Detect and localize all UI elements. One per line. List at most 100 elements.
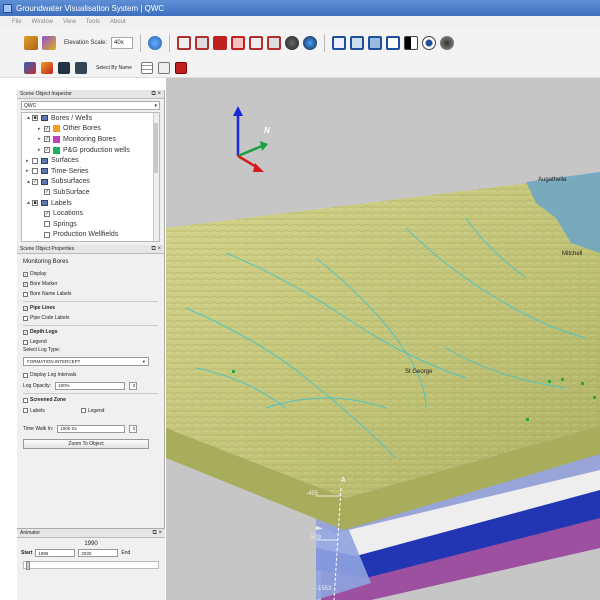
log-type-select[interactable]: FORMATION INTERCEPT ▾	[23, 357, 149, 366]
checkbox[interactable]	[32, 157, 38, 164]
display-log-intervals-checkbox[interactable]: Display Log Intervals	[23, 370, 158, 380]
menu-file[interactable]: File	[12, 19, 22, 25]
slider-handle[interactable]	[26, 561, 30, 570]
record-icon[interactable]	[422, 36, 437, 50]
binoculars-icon[interactable]	[285, 36, 300, 50]
checkbox[interactable]	[23, 339, 28, 345]
checkbox[interactable]: ✓	[23, 271, 28, 277]
depth-logs-checkbox[interactable]: ✓ Depth Logs	[23, 327, 158, 337]
scene-tree[interactable]: ▲ ■ Bores / Wells ▸ ✓ Other Bores ▸ ✓ Monitoring…	[21, 112, 160, 242]
contrast-icon[interactable]	[404, 36, 419, 50]
pencil-color-icon[interactable]	[42, 36, 56, 50]
menu-about[interactable]: About	[110, 19, 126, 25]
tree-item[interactable]: Springs	[22, 219, 159, 230]
3d-viewport[interactable]: N Augathella Mitchell St George A -455 -…	[166, 78, 600, 600]
tree-item[interactable]: ▸ ✓ Other Bores	[22, 124, 159, 135]
checkbox[interactable]: ✓	[44, 210, 50, 217]
view-side-icon[interactable]	[231, 36, 246, 50]
panel-icon[interactable]	[332, 36, 347, 50]
add-well-icon[interactable]	[24, 61, 36, 74]
pipe-code-labels-checkbox[interactable]: Pipe Code Labels	[23, 313, 158, 323]
checkbox[interactable]	[44, 221, 50, 228]
checkbox[interactable]	[23, 397, 28, 403]
dock-close-icon[interactable]: ⧉ ×	[152, 246, 161, 253]
globe-icon[interactable]	[148, 36, 163, 50]
bore-name-labels-checkbox[interactable]: Bore Name Labels	[23, 289, 158, 299]
elevation-scale-input[interactable]: 40x	[111, 37, 134, 49]
scene-combo[interactable]: QWC ▾	[21, 101, 160, 110]
start-input[interactable]: 1986	[35, 549, 76, 557]
checkbox-label: Legend	[30, 339, 47, 345]
tree-item[interactable]: ▸ ✓ P&G production wells	[22, 145, 159, 156]
tree-item[interactable]: ▲ ■ Bores / Wells	[22, 113, 159, 124]
checkbox[interactable]: ✓	[23, 281, 28, 287]
screened-zone-checkbox[interactable]: Screened Zone	[23, 395, 158, 405]
view-front-icon[interactable]	[195, 36, 210, 50]
zoom-to-object-button[interactable]: Zoom To Object	[23, 439, 149, 449]
checkbox[interactable]	[23, 315, 28, 321]
checkbox[interactable]: ✓	[23, 305, 28, 311]
checkbox[interactable]: ■	[32, 115, 38, 122]
display-checkbox[interactable]: ✓ Display	[23, 269, 158, 279]
tree-item[interactable]: Production Wellfields	[22, 230, 159, 241]
tree-item[interactable]: ▲ ✓ Subsurfaces	[22, 177, 159, 188]
binoculars-color-icon[interactable]	[303, 36, 318, 50]
labels-checkbox[interactable]: Labels	[23, 406, 45, 416]
checkbox[interactable]: ✓	[44, 147, 50, 154]
well-marker	[526, 418, 529, 421]
terrain-scene[interactable]	[166, 78, 600, 600]
pipe-lines-checkbox[interactable]: ✓ Pipe Lines	[23, 303, 158, 313]
checkbox[interactable]	[80, 408, 86, 413]
layer-icon[interactable]	[58, 61, 70, 74]
tree-item[interactable]: ▸ ✓ Monitoring Bores	[22, 134, 159, 145]
table-icon[interactable]	[157, 61, 170, 74]
log-opacity-input[interactable]: 100%	[55, 381, 126, 390]
dock-close-icon[interactable]: ⧉ ×	[152, 91, 161, 98]
dock-close-icon[interactable]: ⧉ ×	[153, 530, 162, 537]
spin-arrows-icon[interactable]: ⇕	[129, 381, 138, 390]
checkbox[interactable]: ✓	[32, 178, 38, 185]
tree-item[interactable]: ✓ Locations	[22, 208, 159, 219]
bore-marker-checkbox[interactable]: ✓ Bore Marker	[23, 279, 158, 289]
eye-icon[interactable]	[440, 36, 455, 50]
spin-arrows-icon[interactable]: ⇕	[129, 424, 138, 433]
checkbox[interactable]	[44, 231, 50, 238]
menu-tools[interactable]: Tools	[86, 19, 100, 25]
select-by-name-button[interactable]: Select By Name	[96, 65, 132, 71]
checkbox[interactable]: ✓	[44, 125, 50, 132]
menu-window[interactable]: Window	[32, 19, 53, 25]
play-icon[interactable]	[174, 61, 187, 74]
checkbox[interactable]	[23, 372, 28, 378]
compass-icon[interactable]	[368, 36, 383, 50]
checkbox[interactable]	[23, 291, 28, 297]
scrollbar-thumb[interactable]	[154, 123, 158, 173]
checkbox[interactable]: ✓	[44, 189, 50, 196]
pencil-icon[interactable]	[24, 36, 38, 50]
checkbox[interactable]: ■	[32, 200, 38, 207]
time-slider[interactable]	[23, 561, 159, 570]
view-back-icon[interactable]	[249, 36, 264, 50]
checkbox[interactable]	[23, 408, 28, 413]
view-iso-icon[interactable]	[267, 36, 282, 50]
tree-item[interactable]: ▸ Time-Series	[22, 166, 159, 177]
tree-item[interactable]: ✓ SubSurface	[22, 187, 159, 198]
tree-scrollbar[interactable]	[153, 113, 159, 241]
add-surface-icon[interactable]	[41, 61, 53, 74]
calendar-icon[interactable]	[386, 36, 401, 50]
time-walk-input[interactable]: 1000 Sx	[57, 424, 126, 433]
tree-item[interactable]: ▸ Surfaces	[22, 155, 159, 166]
checkbox[interactable]: ✓	[44, 136, 50, 143]
legend-checkbox[interactable]: Legend	[23, 337, 158, 347]
legend2-checkbox[interactable]: Legend	[80, 406, 104, 416]
menu-view[interactable]: View	[63, 19, 76, 25]
image-icon[interactable]	[75, 61, 87, 74]
checkbox[interactable]: ✓	[23, 329, 28, 335]
tree-item-label: Time-Series	[51, 167, 89, 175]
tree-item[interactable]: ▲ ■ Labels	[22, 198, 159, 209]
checkbox[interactable]	[32, 168, 38, 175]
view-cube-icon[interactable]	[177, 36, 192, 50]
grid-icon[interactable]	[140, 61, 153, 74]
chart-icon[interactable]	[350, 36, 365, 50]
end-input[interactable]: 2030	[78, 549, 119, 557]
view-top-icon[interactable]	[213, 36, 228, 50]
